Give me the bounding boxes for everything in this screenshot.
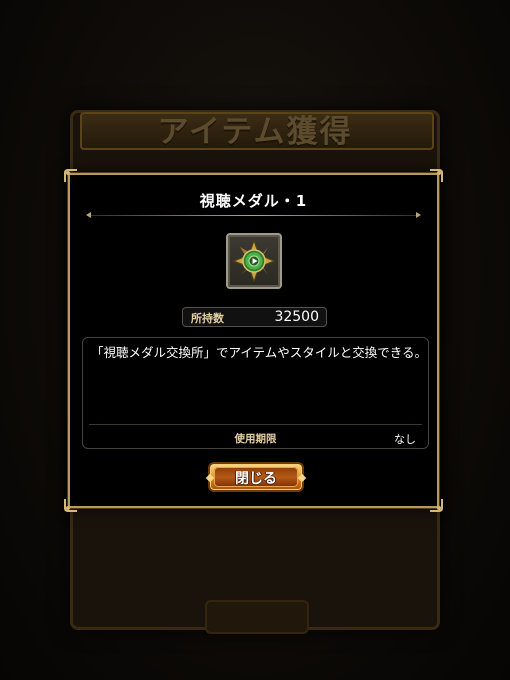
description-box: 「視聴メダル交換所」でアイテムやスタイルと交換できる。 使用期限 なし (82, 337, 429, 449)
expiry-label: 使用期限 (234, 433, 277, 445)
owned-count-value: 32500 (274, 309, 319, 325)
owned-count-label: 所持数 (191, 312, 224, 325)
close-button-label: 閉じる (235, 471, 277, 487)
item-detail-dialog: 視聴メダル・1 所持数 32500 「視聴メダル交換所」でアイテムやスタイルと交… (64, 169, 443, 512)
item-description: 「視聴メダル交換所」でアイテムやスタイルと交換できる。 (91, 345, 428, 360)
item-icon-frame (226, 233, 282, 289)
description-divider (89, 424, 422, 425)
background-screen-title: アイテム獲得 (157, 114, 353, 150)
background-button (205, 600, 309, 634)
title-divider (86, 212, 421, 218)
dialog-title: 視聴メダル・1 (199, 192, 308, 210)
corner-ornament-icon (429, 498, 443, 512)
expiry-value: なし (394, 433, 416, 446)
close-button[interactable]: 閉じる (205, 462, 307, 492)
corner-ornament-icon (64, 498, 78, 512)
corner-ornament-icon (64, 169, 78, 183)
owned-count-box: 所持数 32500 (182, 307, 327, 327)
corner-ornament-icon (429, 169, 443, 183)
green-medal-icon (232, 239, 276, 283)
